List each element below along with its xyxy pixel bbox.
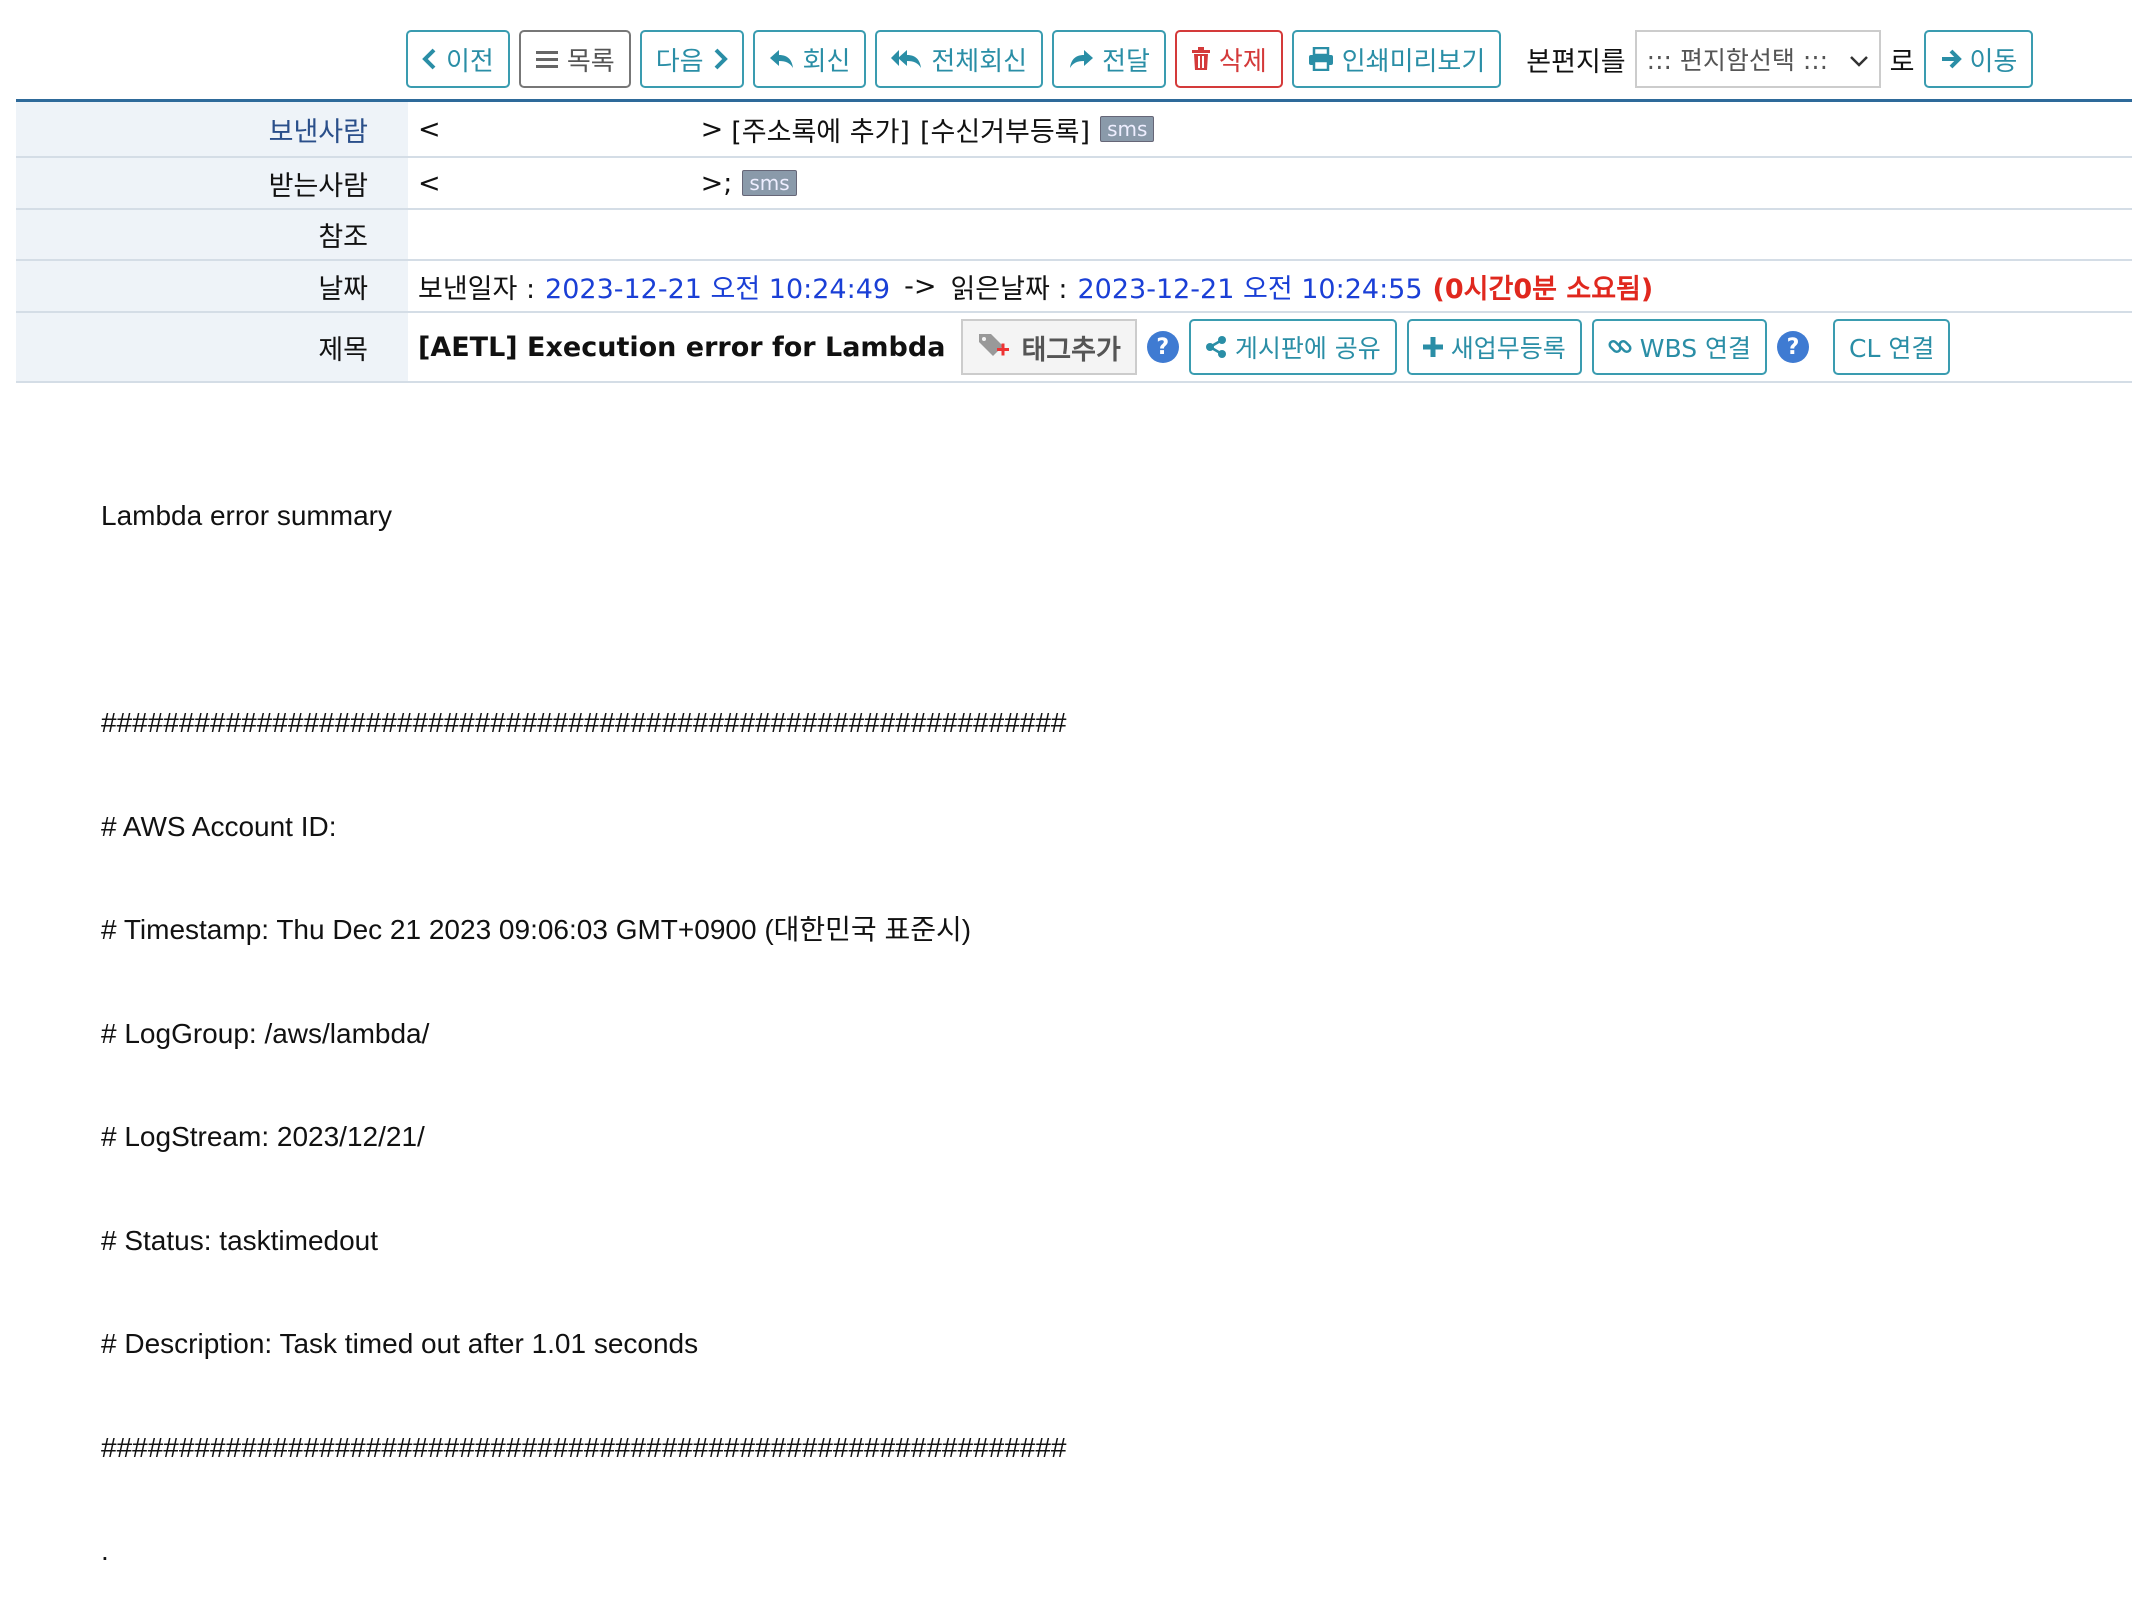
add-tag-label: 태그추가 [1021,334,1121,366]
date-label: 날짜 [16,261,408,311]
wbs-link-button[interactable]: WBS 연결 [1591,319,1768,375]
link-icon [1608,335,1632,359]
from-value: < > [주소록에 추가] [수신거부등록] sms [408,102,2132,156]
prev-label: 이전 [446,46,494,77]
chevron-right-icon [712,48,728,70]
reply-all-button[interactable]: 전체회신 [875,30,1044,88]
print-icon [1308,47,1334,71]
print-preview-label: 인쇄미리보기 [1341,46,1486,77]
to-label: 받는사람 [16,158,408,208]
mail-toolbar: 이전 목록 다음 회신 전체회신 전달 삭제 인쇄미리보기 본편지를::: 편… [406,29,2034,89]
date-arrow: -> [904,270,937,302]
delete-label: 삭제 [1218,46,1267,77]
prev-button[interactable]: 이전 [406,30,510,88]
cl-link-label: CL 연결 [1849,334,1935,363]
body-line: . [101,1535,109,1566]
trash-icon [1191,47,1211,71]
subject-value: [AETL] Execution error for Lambda 태그추가 ?… [408,313,2132,381]
move-label: 이동 [1969,46,2018,77]
reply-icon [769,48,795,70]
next-label: 다음 [655,46,704,77]
new-task-label: 새업무등록 [1450,334,1566,363]
body-line: # AWS Account ID: [101,810,337,842]
folder-select-value: ::: 편지함선택 ::: [1646,46,1829,75]
sent-date: 2023-12-21 오전 10:24:49 [545,273,891,305]
reply-all-icon [891,48,923,70]
reply-label: 회신 [802,46,851,77]
share-board-button[interactable]: 게시판에 공유 [1188,319,1397,375]
move-suffix-label: 로 [1889,46,1915,78]
chevron-down-icon [1849,45,1869,74]
move-button[interactable]: 이동 [1923,30,2034,88]
add-contact-link[interactable]: [주소록에 추가] [731,110,910,149]
forward-label: 전달 [1102,46,1150,77]
subject-row: 제목 [AETL] Execution error for Lambda 태그추… [16,313,2132,383]
sms-badge[interactable]: sms [742,170,797,196]
body-line: # Timestamp: Thu Dec 21 2023 09:06:03 GM… [101,914,972,945]
reply-all-label: 전체회신 [931,46,1028,77]
help-icon[interactable]: ? [1777,331,1810,363]
cc-row: 참조 [16,210,2132,261]
help-icon[interactable]: ? [1146,331,1179,363]
read-date: 2023-12-21 오전 10:24:55 [1077,273,1423,305]
body-line: ########################################… [101,1431,1067,1463]
list-icon [535,48,559,70]
body-line: # LogStream: 2023/12/21/ [101,1121,425,1152]
share-board-label: 게시판에 공유 [1234,334,1381,363]
cc-label: 참조 [16,210,408,259]
body-line: # LogGroup: /aws/lambda/ [101,1017,430,1049]
from-label: 보낸사람 [16,102,408,156]
read-prefix: 읽은날짜 : [950,273,1068,305]
cc-value [408,210,2132,259]
body-line: # Description: Task timed out after 1.01… [101,1328,699,1359]
reply-button[interactable]: 회신 [752,30,867,88]
from-open: < [418,113,441,145]
subject-text: [AETL] Execution error for Lambda [418,331,946,363]
date-value: 보낸일자 : 2023-12-21 오전 10:24:49 -> 읽은날짜 : … [408,261,2132,311]
arrow-right-icon [1940,48,1962,70]
elapsed-time: (0시간0분 소요됨) [1432,273,1654,305]
from-close: > [700,113,724,145]
move-prefix-label: 본편지를 [1526,46,1626,78]
add-tag-button[interactable]: 태그추가 [961,319,1137,375]
plus-icon [1422,337,1443,357]
forward-button[interactable]: 전달 [1052,30,1166,88]
date-row: 날짜 보낸일자 : 2023-12-21 오전 10:24:49 -> 읽은날짜… [16,261,2132,313]
body-line [101,603,1066,638]
list-button[interactable]: 목록 [518,30,631,88]
sms-badge[interactable]: sms [1100,116,1155,142]
next-button[interactable]: 다음 [639,30,744,88]
forward-icon [1068,48,1094,70]
mail-body: Lambda error summary ###################… [101,430,1066,1603]
to-value: < >; sms [408,158,2132,208]
block-sender-link[interactable]: [수신거부등록] [920,110,1090,149]
share-icon [1205,336,1227,358]
body-line: ########################################… [101,707,1067,738]
wbs-link-label: WBS 연결 [1639,334,1752,363]
body-line: Lambda error summary [101,500,392,531]
body-line: # Status: tasktimedout [101,1224,379,1256]
folder-select[interactable]: ::: 편지함선택 ::: [1634,30,1881,88]
subject-label: 제목 [16,313,408,381]
print-preview-button[interactable]: 인쇄미리보기 [1291,30,1502,88]
list-label: 목록 [566,46,615,77]
new-task-button[interactable]: 새업무등록 [1406,319,1582,375]
to-row: 받는사람 < >; sms [16,158,2132,210]
delete-button[interactable]: 삭제 [1174,30,1283,88]
chevron-left-icon [422,48,438,70]
sent-prefix: 보낸일자 : [418,273,536,305]
cl-link-button[interactable]: CL 연결 [1833,319,1951,375]
from-row: 보낸사람 < > [주소록에 추가] [수신거부등록] sms [16,102,2132,158]
to-open: < [418,167,441,199]
to-close: >; [700,167,733,199]
tag-add-icon [977,330,1011,365]
